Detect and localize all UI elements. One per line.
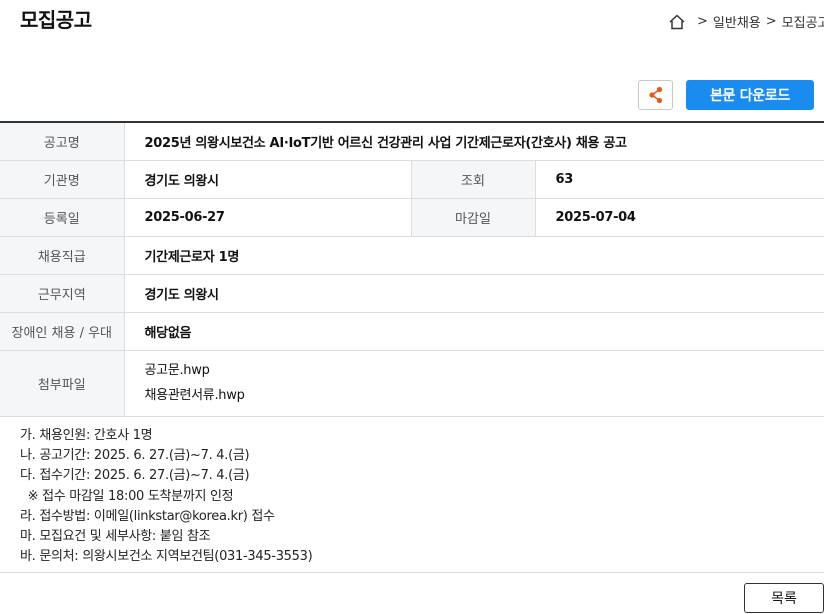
- body-line: ※ 접수 마감일 18:00 도착분까지 인정: [20, 488, 234, 504]
- breadcrumb-separator: >: [765, 14, 777, 29]
- list-button[interactable]: 목록: [744, 583, 824, 613]
- disability-value: 해당없음: [124, 312, 824, 351]
- title-value: 2025년 의왕시보건소 AI·IoT기반 어르신 건강관리 사업 기간제근로자…: [124, 122, 824, 161]
- reg-date-label: 등록일: [0, 198, 125, 237]
- deadline-label: 마감일: [411, 198, 536, 237]
- reg-date-value: 2025-06-27: [124, 198, 412, 237]
- table-row: 기관명 경기도 의왕시 조회 63: [0, 160, 824, 199]
- home-icon[interactable]: [668, 13, 686, 31]
- table-row: 채용직급 기간제근로자 1명: [0, 236, 824, 275]
- page-title: 모집공고: [20, 8, 92, 32]
- table-row: 근무지역 경기도 의왕시: [0, 274, 824, 313]
- title-label: 공고명: [0, 122, 125, 161]
- breadcrumb-item-notice[interactable]: 모집공고: [782, 12, 824, 31]
- table-row: 첨부파일 공고문.hwp 채용관련서류.hwp: [0, 350, 824, 417]
- info-table: 공고명 2025년 의왕시보건소 AI·IoT기반 어르신 건강관리 사업 기간…: [0, 121, 824, 417]
- breadcrumb: > 일반채용 > 모집공고: [668, 12, 824, 31]
- attachment-list: 공고문.hwp 채용관련서류.hwp: [124, 350, 824, 417]
- rank-value: 기간제근로자 1명: [124, 236, 824, 275]
- region-label: 근무지역: [0, 274, 125, 313]
- download-button[interactable]: 본문 다운로드: [686, 80, 814, 110]
- rank-label: 채용직급: [0, 236, 125, 275]
- notice-body: 가. 채용인원: 간호사 1명 나. 공고기간: 2025. 6. 27.(금)…: [20, 426, 313, 567]
- divider: [0, 572, 824, 573]
- body-line: 다. 접수기간: 2025. 6. 27.(금)~7. 4.(금): [20, 468, 250, 484]
- breadcrumb-separator: >: [697, 14, 708, 29]
- views-value: 63: [535, 160, 824, 199]
- body-line: 바. 문의처: 의왕시보건소 지역보건팀(031-345-3553): [20, 549, 313, 565]
- table-row: 등록일 2025-06-27 마감일 2025-07-04: [0, 198, 824, 237]
- share-button[interactable]: [638, 80, 673, 110]
- org-label: 기관명: [0, 160, 125, 199]
- table-row: 장애인 채용 / 우대 해당없음: [0, 312, 824, 351]
- body-line: 마. 모집요건 및 세부사항: 붙임 참조: [20, 529, 211, 545]
- body-line: 라. 접수방법: 이메일(linkstar@korea.kr) 접수: [20, 508, 275, 524]
- attachment-label: 첨부파일: [0, 350, 125, 417]
- body-line: 나. 공고기간: 2025. 6. 27.(금)~7. 4.(금): [20, 448, 250, 464]
- views-label: 조회: [411, 160, 536, 199]
- breadcrumb-item-recruit[interactable]: 일반채용: [713, 12, 761, 31]
- region-value: 경기도 의왕시: [124, 274, 824, 313]
- table-row: 공고명 2025년 의왕시보건소 AI·IoT기반 어르신 건강관리 사업 기간…: [0, 122, 824, 161]
- deadline-value: 2025-07-04: [535, 198, 824, 237]
- body-line: 가. 채용인원: 간호사 1명: [20, 428, 153, 443]
- attachment-link[interactable]: 채용관련서류.hwp: [145, 383, 824, 408]
- disability-label: 장애인 채용 / 우대: [0, 312, 125, 351]
- attachment-link[interactable]: 공고문.hwp: [145, 358, 824, 383]
- share-icon: [648, 86, 662, 104]
- org-value: 경기도 의왕시: [124, 160, 412, 199]
